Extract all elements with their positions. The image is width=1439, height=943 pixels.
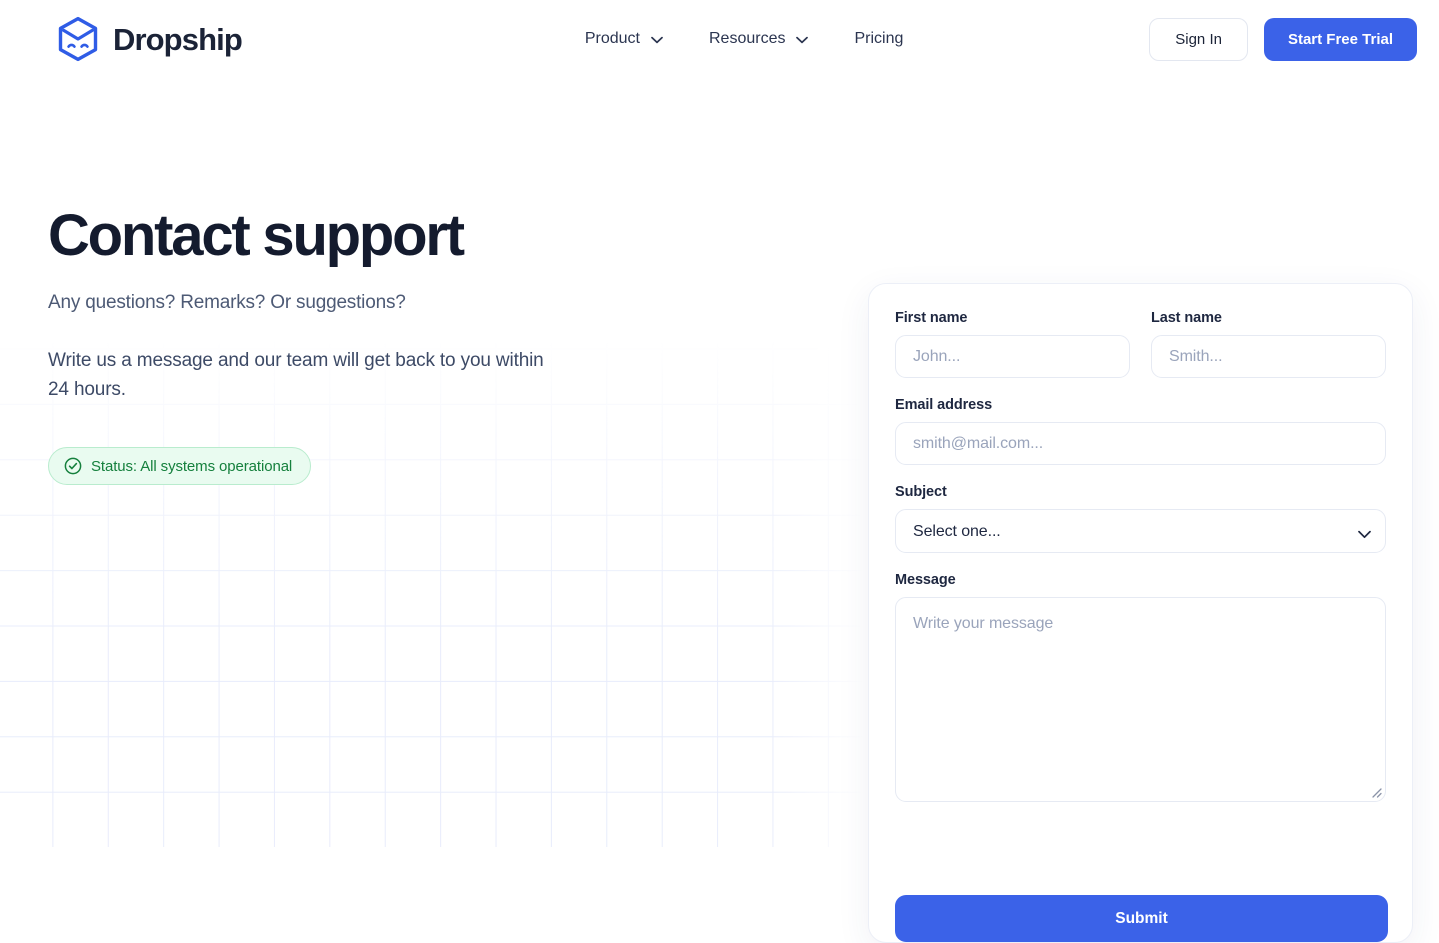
status-badge-label: Status: All systems operational [91,457,293,475]
nav-item-product[interactable]: Product [562,22,686,56]
nav-item-label: Resources [709,30,786,47]
last-name-label: Last name [1151,310,1222,326]
subject-label: Subject [895,484,947,500]
message-textarea[interactable] [895,597,1386,802]
nav-item-label: Product [584,30,640,47]
first-name-field-group: First name [895,310,1130,378]
check-circle-icon [64,457,82,475]
dropship-hexagon-box-logo-icon [56,16,100,62]
subject-select[interactable]: Select one... [895,509,1386,553]
brand-logo-link[interactable]: Dropship [56,16,243,62]
intro-section: Contact support Any questions? Remarks? … [48,78,668,486]
last-name-field-group: Last name [1151,310,1386,378]
page-subtitle: Any questions? Remarks? Or suggestions? [48,292,406,314]
subject-select-wrapper: Select one... [895,509,1386,553]
message-textarea-wrapper [895,597,1386,802]
submit-button[interactable]: Submit [895,895,1388,942]
first-name-label: First name [895,310,968,326]
nav-item-pricing[interactable]: Pricing [831,22,926,56]
email-label: Email address [895,397,993,413]
email-field-group: Email address [895,397,1386,465]
sign-in-button[interactable]: Sign In [1149,17,1248,61]
subject-field-group: Subject Select one... [895,484,1386,553]
page-title: Contact support [48,203,465,268]
message-label: Message [895,572,956,588]
chevron-down-icon [651,34,663,44]
header-actions: Sign In Start Free Trial [1149,17,1417,61]
brand-name: Dropship [113,21,243,57]
nav-item-label: Pricing [854,30,904,47]
nav-item-resources[interactable]: Resources [686,22,831,56]
last-name-input[interactable] [1151,335,1386,378]
status-badge: Status: All systems operational [48,447,312,486]
contact-support-form-card: First name Last name Email address Subje… [868,283,1413,943]
page-lede-paragraph: Write us a message and our team will get… [48,350,544,401]
email-input[interactable] [895,422,1386,465]
page-main: Contact support Any questions? Remarks? … [0,78,1439,943]
site-header: Dropship Product Resources Pricing Sign … [0,0,1439,78]
first-name-input[interactable] [895,335,1130,378]
chevron-down-icon [796,34,809,44]
start-free-trial-button[interactable]: Start Free Trial [1263,17,1417,61]
main-navigation: Product Resources Pricing [562,22,927,56]
message-field-group: Message [895,572,1386,802]
name-row: First name Last name [895,310,1386,378]
